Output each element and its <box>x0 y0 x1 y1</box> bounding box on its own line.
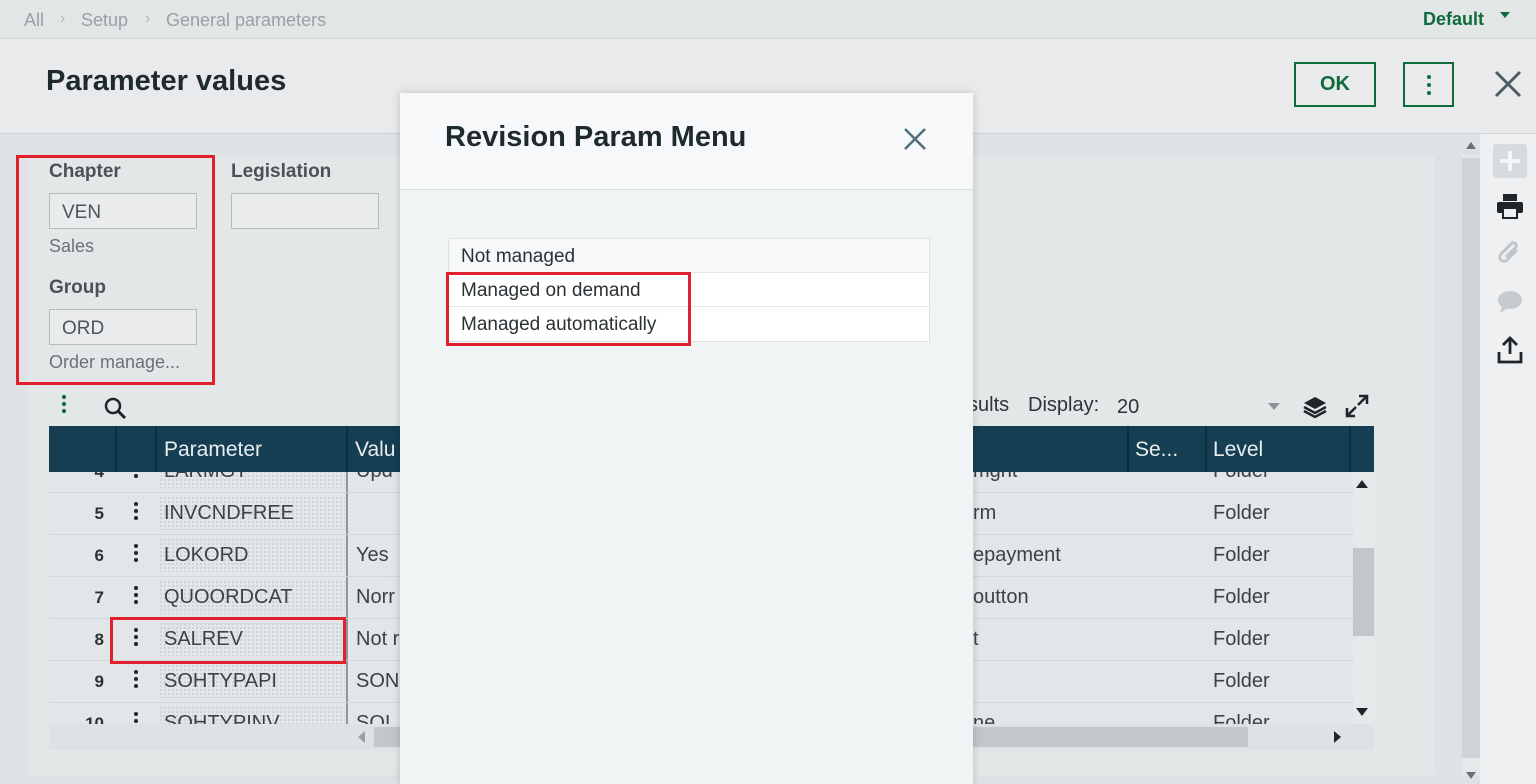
option-not-managed[interactable]: Not managed <box>449 239 929 273</box>
cell-value: SON <box>356 670 400 692</box>
cell-description: rm <box>973 502 997 524</box>
scroll-up-icon[interactable] <box>1466 142 1476 149</box>
row-actions-icon[interactable] <box>134 472 138 478</box>
cell-value: Not r <box>356 628 400 650</box>
right-toolbar <box>1482 134 1536 784</box>
dialog-title: Revision Param Menu <box>445 121 747 153</box>
legislation-field[interactable] <box>231 193 379 229</box>
row-actions-icon[interactable] <box>134 712 138 724</box>
cell-parameter: LOKORD <box>164 544 249 566</box>
cell-level: Folder <box>1213 586 1270 608</box>
cell-description: mght <box>973 472 1017 483</box>
chapter-label: Chapter <box>49 161 121 182</box>
column-header-se[interactable]: Se... <box>1135 438 1178 462</box>
row-actions-icon[interactable] <box>134 502 138 520</box>
revision-param-dialog <box>400 93 973 784</box>
column-separator <box>1349 426 1351 472</box>
display-label: Display: <box>1028 394 1100 416</box>
search-icon[interactable] <box>103 396 127 420</box>
group-description: Order manage... <box>49 352 181 372</box>
cell-value: Upd <box>356 472 393 483</box>
more-actions-button[interactable] <box>1403 62 1454 107</box>
scroll-left-icon[interactable] <box>358 731 365 743</box>
cell-parameter: QUOORDCAT <box>164 586 293 608</box>
add-icon[interactable] <box>1493 144 1527 178</box>
results-count: sults <box>968 394 1010 416</box>
close-icon[interactable] <box>1490 66 1526 102</box>
expand-icon[interactable] <box>1344 393 1370 419</box>
comment-icon[interactable] <box>1496 289 1524 315</box>
cell-value: Norr <box>356 586 395 608</box>
highlight-box-chapter-group <box>16 155 215 385</box>
group-field[interactable]: ORD <box>49 309 197 345</box>
legislation-label: Legislation <box>231 161 332 182</box>
group-label: Group <box>49 277 106 298</box>
column-header-level[interactable]: Level <box>1213 438 1263 462</box>
cell-level: Folder <box>1213 712 1270 724</box>
cell-value: SOI <box>356 712 391 724</box>
row-actions-icon[interactable] <box>134 670 138 688</box>
column-separator <box>115 426 117 472</box>
breadcrumb-general-parameters[interactable]: General parameters <box>166 10 326 31</box>
caret-down-icon[interactable] <box>1500 12 1510 18</box>
breadcrumb-separator-icon: › <box>60 10 66 27</box>
scroll-right-icon[interactable] <box>1334 731 1341 743</box>
page-title: Parameter values <box>46 65 287 97</box>
column-separator <box>155 426 157 472</box>
highlight-box-salrev <box>110 617 346 664</box>
cell-level: Folder <box>1213 628 1270 650</box>
scroll-down-icon[interactable] <box>1356 708 1368 716</box>
cell-parameter: LARMGT <box>164 472 247 483</box>
cell-level: Folder <box>1213 502 1270 524</box>
grid-vertical-scroll-thumb[interactable] <box>1353 548 1374 636</box>
ok-button[interactable]: OK <box>1294 62 1376 107</box>
column-separator <box>1205 426 1207 472</box>
export-icon[interactable] <box>1497 336 1523 364</box>
scroll-up-icon[interactable] <box>1356 480 1368 488</box>
display-select[interactable]: 20 <box>1117 396 1139 419</box>
breadcrumb-separator-icon: › <box>145 10 151 27</box>
column-separator <box>1127 426 1129 472</box>
cell-parameter: SOHTYPAPI <box>164 670 277 692</box>
cell-level: Folder <box>1213 472 1270 483</box>
profile-selector[interactable]: Default <box>1423 9 1484 30</box>
cell-parameter: SOHTYPINV <box>164 712 280 724</box>
cell-value: Yes <box>356 544 389 566</box>
cell-description: t <box>973 628 979 650</box>
page-vertical-scroll-thumb[interactable] <box>1462 158 1480 758</box>
cell-description: epayment <box>973 544 1061 566</box>
attachment-icon[interactable] <box>1497 240 1523 268</box>
column-separator <box>346 426 348 472</box>
cell-parameter: INVCNDFREE <box>164 502 295 524</box>
print-icon[interactable] <box>1496 193 1524 219</box>
chapter-description: Sales <box>49 236 95 256</box>
highlight-box-managed-options <box>446 272 691 346</box>
cell-description: ne <box>973 712 996 724</box>
column-header-value[interactable]: Valu <box>355 438 395 462</box>
column-header-parameter[interactable]: Parameter <box>164 438 262 462</box>
cell-description: outton <box>973 586 1029 608</box>
caret-down-icon[interactable] <box>1268 403 1280 410</box>
scroll-down-icon[interactable] <box>1466 772 1476 779</box>
grid-options-icon[interactable] <box>62 395 66 413</box>
breadcrumb-all[interactable]: All <box>24 10 44 31</box>
breadcrumb-setup[interactable]: Setup <box>81 10 128 31</box>
row-actions-icon[interactable] <box>134 586 138 604</box>
cell-level: Folder <box>1213 670 1270 692</box>
chapter-field[interactable]: VEN <box>49 193 197 229</box>
row-actions-icon[interactable] <box>134 544 138 562</box>
layers-icon[interactable] <box>1302 394 1328 420</box>
close-icon[interactable] <box>900 124 930 154</box>
cell-level: Folder <box>1213 544 1270 566</box>
